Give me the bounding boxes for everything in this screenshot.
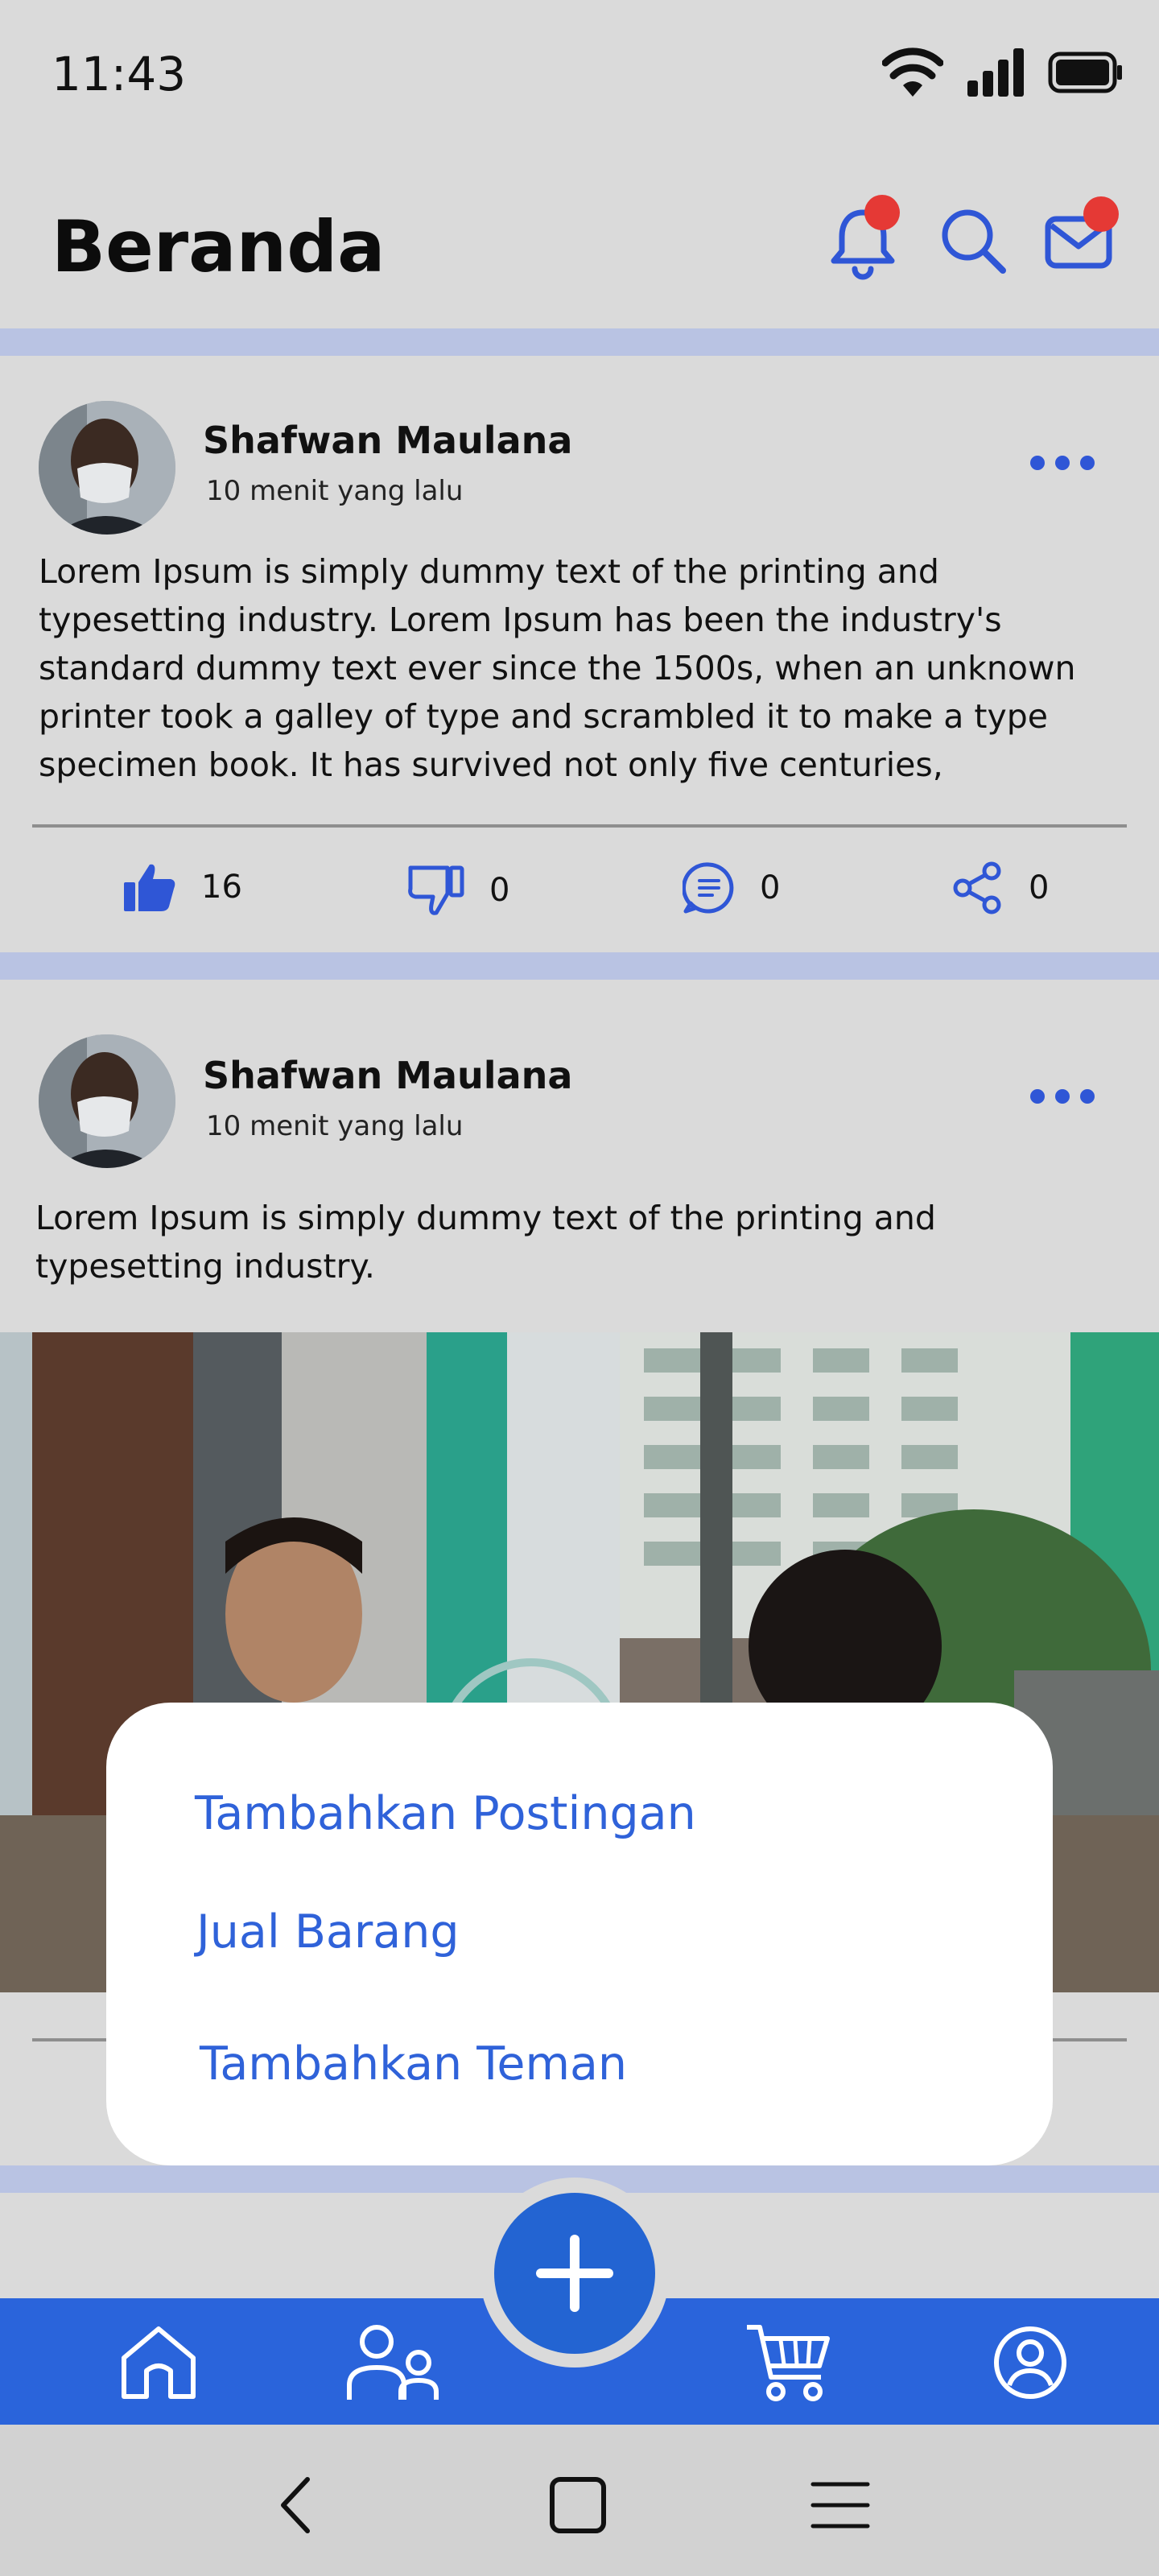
feed-divider: [0, 952, 1159, 980]
like-button[interactable]: 16: [122, 861, 242, 913]
messages-button[interactable]: [1038, 196, 1119, 282]
avatar[interactable]: [39, 401, 175, 535]
profile-icon: [994, 2326, 1066, 2399]
friends-icon: [347, 2325, 439, 2400]
page-title: Beranda: [52, 205, 386, 288]
post-time: 10 menit yang lalu: [206, 1110, 464, 1142]
add-menu-popup: Tambahkan Postingan Jual Barang Tambahka…: [106, 1703, 1053, 2165]
system-menu-button[interactable]: [808, 2473, 872, 2537]
home-square-icon: [550, 2477, 606, 2533]
dot: [1055, 1089, 1070, 1104]
avatar[interactable]: [39, 1034, 175, 1168]
menu-item-add-friend[interactable]: Tambahkan Teman: [200, 2037, 627, 2091]
post-time: 10 menit yang lalu: [206, 475, 464, 507]
share-count: 0: [1029, 869, 1050, 906]
nav-cart[interactable]: [744, 2322, 832, 2403]
battery-icon: [1048, 52, 1122, 93]
status-time: 11:43: [52, 47, 187, 101]
thumbs-down-icon: [408, 865, 464, 915]
post-divider: [32, 824, 1127, 828]
feed-divider: [0, 328, 1159, 356]
menu-item-add-post[interactable]: Tambahkan Postingan: [195, 1787, 696, 1840]
dot: [1030, 1089, 1045, 1104]
dot: [1055, 456, 1070, 470]
menu-item-sell-item[interactable]: Jual Barang: [196, 1905, 460, 1959]
nav-profile[interactable]: [990, 2322, 1079, 2403]
share-button[interactable]: 0: [951, 861, 1049, 914]
post-card: Shafwan Maulana 10 menit yang lalu Lorem…: [0, 356, 1159, 952]
app-header: Beranda: [0, 153, 1159, 330]
dot: [1080, 1089, 1095, 1104]
post-body: Lorem Ipsum is simply dummy text of the …: [35, 1199, 936, 1286]
dislike-button[interactable]: 0: [407, 865, 509, 916]
menu-icon: [810, 2482, 870, 2529]
dot: [1080, 456, 1095, 470]
back-icon: [281, 2477, 310, 2533]
system-nav: [0, 2425, 1159, 2576]
status-icons: [882, 47, 1124, 98]
search-icon: [942, 209, 1006, 274]
wifi-icon: [882, 47, 943, 97]
more-options-button[interactable]: [1030, 451, 1095, 475]
notification-button[interactable]: [823, 195, 903, 282]
system-back-button[interactable]: [266, 2473, 330, 2537]
comment-icon: [683, 862, 734, 914]
avatar-photo: [39, 1034, 175, 1168]
author-name[interactable]: Shafwan Maulana: [203, 419, 572, 462]
post-body: Lorem Ipsum is simply dummy text of the …: [39, 552, 1076, 784]
comment-count: 0: [760, 869, 781, 906]
system-home-button[interactable]: [546, 2473, 610, 2537]
messages-badge: [1083, 196, 1119, 232]
search-button[interactable]: [934, 201, 1014, 282]
signal-icon: [967, 48, 1024, 97]
nav-home[interactable]: [114, 2322, 203, 2403]
more-options-button[interactable]: [1030, 1084, 1095, 1108]
dislike-count: 0: [489, 872, 510, 909]
status-bar: 11:43: [0, 0, 1159, 153]
plus-icon: [536, 2235, 613, 2312]
avatar-photo: [39, 401, 175, 535]
cart-icon: [747, 2325, 830, 2401]
dot: [1030, 456, 1045, 470]
like-count: 16: [201, 869, 242, 906]
share-icon: [953, 861, 1001, 914]
nav-friends[interactable]: [344, 2322, 439, 2403]
comment-button[interactable]: 0: [683, 861, 780, 914]
home-icon: [122, 2326, 196, 2399]
add-button[interactable]: [494, 2193, 655, 2354]
notification-badge: [864, 195, 900, 230]
author-name[interactable]: Shafwan Maulana: [203, 1054, 572, 1097]
thumbs-up-icon: [124, 864, 175, 911]
